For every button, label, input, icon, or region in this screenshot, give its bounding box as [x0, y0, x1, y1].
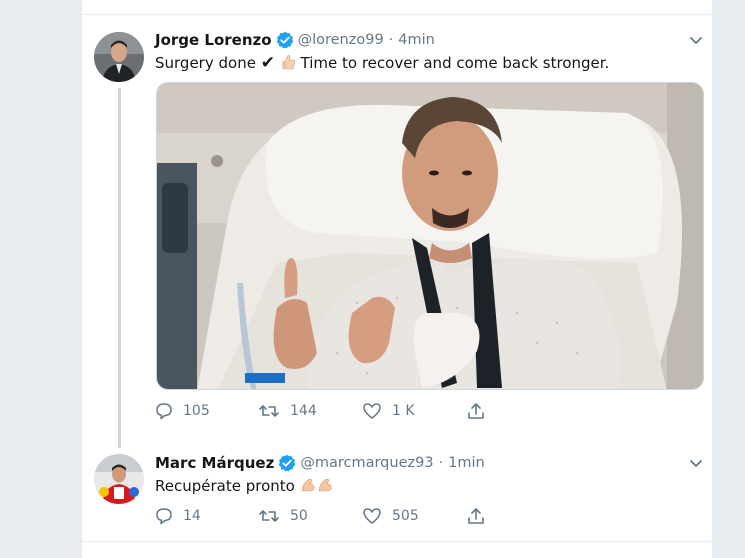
- tweet-photo[interactable]: [156, 82, 704, 390]
- tweet-text-body: Recupérate pronto: [155, 477, 295, 495]
- author-handle[interactable]: @lorenzo99: [298, 32, 384, 48]
- share-action[interactable]: [467, 507, 495, 525]
- meta-separator: ·: [438, 455, 444, 471]
- like-count: 1 K: [392, 403, 415, 419]
- author-name[interactable]: Marc Márquez: [155, 454, 274, 472]
- reply-count: 105: [183, 403, 210, 419]
- tweet-text-suffix: Time to recover and come back stronger.: [300, 54, 610, 72]
- retweet-count: 50: [290, 508, 308, 524]
- author-handle[interactable]: @marcmarquez93: [300, 455, 433, 471]
- reply-icon: [156, 403, 172, 420]
- heart-icon: [363, 508, 381, 524]
- retweet-icon: [259, 510, 279, 522]
- retweet-action[interactable]: 144: [258, 402, 317, 420]
- tweet-header: Jorge Lorenzo @lorenzo99 · 4min: [155, 31, 435, 49]
- chevron-down-icon[interactable]: [689, 459, 703, 469]
- reply-count: 14: [183, 508, 201, 524]
- flexed-biceps-icon: [300, 477, 334, 493]
- thread-connector: [118, 88, 121, 448]
- tweet-header: Marc Márquez @marcmarquez93 · 1min: [155, 454, 485, 472]
- thumbs-up-icon: [280, 54, 296, 70]
- heart-icon: [363, 403, 381, 419]
- tweet-timestamp[interactable]: 1min: [448, 455, 485, 471]
- timeline-feed: Jorge Lorenzo @lorenzo99 · 4min Surgery …: [81, 0, 713, 558]
- like-count: 505: [392, 508, 419, 524]
- verified-icon: [278, 454, 296, 472]
- reply-action[interactable]: 105: [155, 402, 210, 420]
- divider: [82, 14, 712, 15]
- reply-icon: [156, 508, 172, 525]
- author-name[interactable]: Jorge Lorenzo: [155, 31, 272, 49]
- retweet-icon: [259, 405, 279, 417]
- avatar-marc-marquez[interactable]: [94, 454, 144, 504]
- tweet-timestamp[interactable]: 4min: [398, 32, 435, 48]
- tweet-text: Recupérate pronto: [155, 477, 334, 495]
- retweet-count: 144: [290, 403, 317, 419]
- chevron-down-icon[interactable]: [689, 36, 703, 46]
- avatar-jorge-lorenzo[interactable]: [94, 32, 144, 82]
- check-mark-icon: ✔: [260, 53, 275, 73]
- reply-action[interactable]: 14: [155, 507, 201, 525]
- share-action[interactable]: [467, 402, 495, 420]
- share-icon: [468, 508, 484, 524]
- like-action[interactable]: 505: [362, 507, 419, 525]
- like-action[interactable]: 1 K: [362, 402, 415, 420]
- meta-separator: ·: [388, 32, 394, 48]
- divider: [82, 541, 712, 542]
- share-icon: [468, 403, 484, 419]
- tweet-text: Surgery done ✔ Time to recover and come …: [155, 53, 609, 73]
- verified-icon: [276, 31, 294, 49]
- retweet-action[interactable]: 50: [258, 507, 308, 525]
- tweet-text-prefix: Surgery done: [155, 54, 256, 72]
